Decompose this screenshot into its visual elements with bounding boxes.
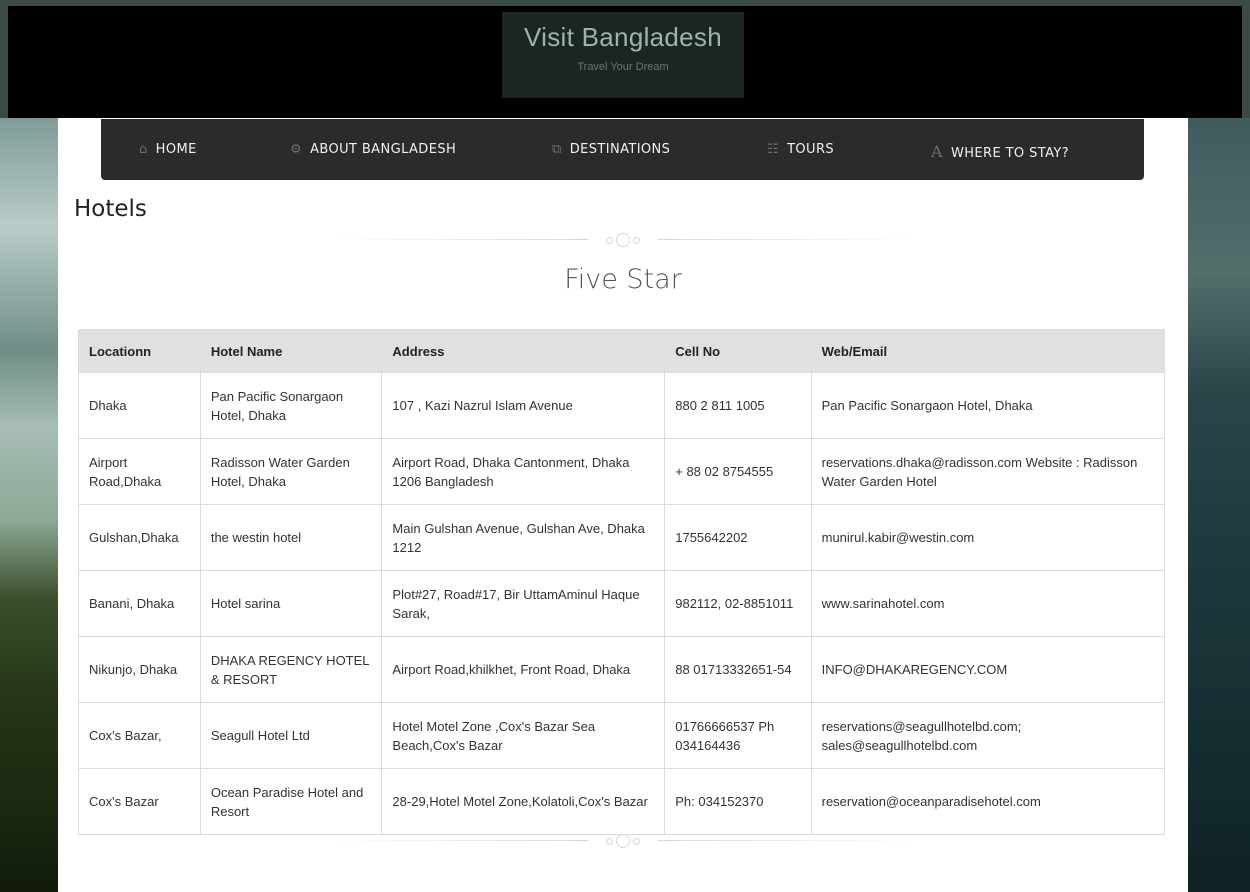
nav-item-destinations[interactable]: ⧉ DESTINATIONS	[552, 142, 670, 157]
site-logo[interactable]: Visit Bangladesh Travel Your Dream	[502, 12, 744, 98]
table-row: Airport Road,Dhaka Radisson Water Garden…	[78, 438, 1166, 505]
nav-item-home[interactable]: ⌂ HOME	[139, 142, 197, 157]
cell-web-email: reservations@seagullhotelbd.com; sales@s…	[810, 702, 1166, 769]
nav-label: TOURS	[787, 142, 835, 157]
site-header: Visit Bangladesh Travel Your Dream	[8, 6, 1242, 118]
cell-hotel-name: Seagull Hotel Ltd	[199, 702, 383, 769]
cell-web-email: munirul.kabir@westin.com	[810, 504, 1166, 571]
cell-phone: 982112, 02-8851011	[664, 570, 812, 637]
gallery-icon: ⧉	[552, 142, 562, 157]
table-row: Banani, Dhaka Hotel sarina Plot#27, Road…	[78, 570, 1166, 637]
section-divider	[328, 233, 918, 247]
cell-address: Airport Road,khilkhet, Front Road, Dhaka	[381, 636, 666, 703]
cell-phone: + 88 02 8754555	[664, 438, 812, 505]
site-title: Visit Bangladesh	[523, 22, 722, 52]
cell-address: 107 , Kazi Nazrul Islam Avenue	[381, 372, 666, 439]
cell-phone: 01766666537 Ph 034164436	[664, 702, 812, 769]
nav-label: HOME	[155, 142, 197, 157]
font-a-icon: A	[931, 142, 943, 161]
table-row: Cox's Bazar, Seagull Hotel Ltd Hotel Mot…	[78, 702, 1166, 769]
nav-label: DESTINATIONS	[569, 142, 671, 157]
column-header-cell-no: Cell No	[664, 329, 812, 373]
cell-location: Airport Road,Dhaka	[78, 438, 201, 505]
nav-label: WHERE TO STAY?	[950, 146, 1070, 161]
cell-web-email: reservation@oceanparadisehotel.com	[810, 768, 1166, 835]
table-row: Cox's Bazar Ocean Paradise Hotel and Res…	[78, 768, 1166, 835]
cell-hotel-name: Pan Pacific Sonargaon Hotel, Dhaka	[199, 372, 383, 439]
home-icon: ⌂	[139, 142, 148, 157]
cell-phone: Ph: 034152370	[664, 768, 812, 835]
cell-phone: 88 01713332651-54	[664, 636, 812, 703]
cell-hotel-name: DHAKA REGENCY HOTEL & RESORT	[199, 636, 383, 703]
table-row: Dhaka Pan Pacific Sonargaon Hotel, Dhaka…	[78, 372, 1166, 439]
cell-location: Cox's Bazar,	[78, 702, 201, 769]
cell-hotel-name: Ocean Paradise Hotel and Resort	[199, 768, 383, 835]
cell-address: Airport Road, Dhaka Cantonment, Dhaka 12…	[381, 438, 666, 505]
nav-label: ABOUT BANGLADESH	[310, 142, 457, 157]
column-header-address: Address	[381, 329, 666, 373]
nav-item-where-to-stay[interactable]: A WHERE TO STAY?	[931, 142, 1069, 161]
cell-location: Dhaka	[78, 372, 201, 439]
cell-address: Hotel Motel Zone ,Cox's Bazar Sea Beach,…	[381, 702, 666, 769]
cell-web-email: INFO@DHAKAREGENCY.COM	[810, 636, 1166, 703]
table-row: Gulshan,Dhaka the westin hotel Main Guls…	[78, 504, 1166, 571]
background-scenery-left	[0, 118, 58, 892]
grid-list-icon: ☷	[767, 142, 780, 157]
hotels-table: Locationn Hotel Name Address Cell No Web…	[78, 329, 1166, 835]
column-header-web-email: Web/Email	[810, 329, 1166, 373]
main-navigation: ⌂ HOME ⚙ ABOUT BANGLADESH ⧉ DESTINATIONS ☷ T…	[101, 119, 1144, 180]
cell-web-email: www.sarinahotel.com	[810, 570, 1166, 637]
cell-hotel-name: the westin hotel	[199, 504, 383, 571]
site-tagline: Travel Your Dream	[577, 61, 669, 73]
cell-phone: 1755642202	[664, 504, 812, 571]
cell-location: Gulshan,Dhaka	[78, 504, 201, 571]
nav-item-about-bangladesh[interactable]: ⚙ ABOUT BANGLADESH	[290, 142, 456, 157]
cell-address: Plot#27, Road#17, Bir UttamAminul Haque …	[381, 570, 666, 637]
nav-item-tours[interactable]: ☷ TOURS	[767, 142, 834, 157]
section-title: Five Star	[564, 264, 682, 295]
column-header-location: Locationn	[78, 329, 201, 373]
cell-address: 28-29,Hotel Motel Zone,Kolatoli,Cox's Ba…	[381, 768, 666, 835]
cell-hotel-name: Hotel sarina	[199, 570, 383, 637]
cell-location: Nikunjo, Dhaka	[78, 636, 201, 703]
cell-web-email: Pan Pacific Sonargaon Hotel, Dhaka	[810, 372, 1166, 439]
cell-web-email: reservations.dhaka@radisson.com Website …	[810, 438, 1166, 505]
background-scenery-right	[1188, 118, 1250, 892]
table-header-row: Locationn Hotel Name Address Cell No Web…	[78, 329, 1166, 373]
cell-address: Main Gulshan Avenue, Gulshan Ave, Dhaka …	[381, 504, 666, 571]
cell-location: Banani, Dhaka	[78, 570, 201, 637]
cell-hotel-name: Radisson Water Garden Hotel, Dhaka	[199, 438, 383, 505]
cell-phone: 880 2 811 1005	[664, 372, 812, 439]
table-row: Nikunjo, Dhaka DHAKA REGENCY HOTEL & RES…	[78, 636, 1166, 703]
gears-icon: ⚙	[290, 142, 303, 157]
main-content: ⌂ HOME ⚙ ABOUT BANGLADESH ⧉ DESTINATIONS ☷ T…	[58, 118, 1188, 892]
column-header-hotel-name: Hotel Name	[199, 329, 383, 373]
page-title: Hotels	[74, 196, 147, 222]
cell-location: Cox's Bazar	[78, 768, 201, 835]
section-divider	[328, 834, 918, 848]
